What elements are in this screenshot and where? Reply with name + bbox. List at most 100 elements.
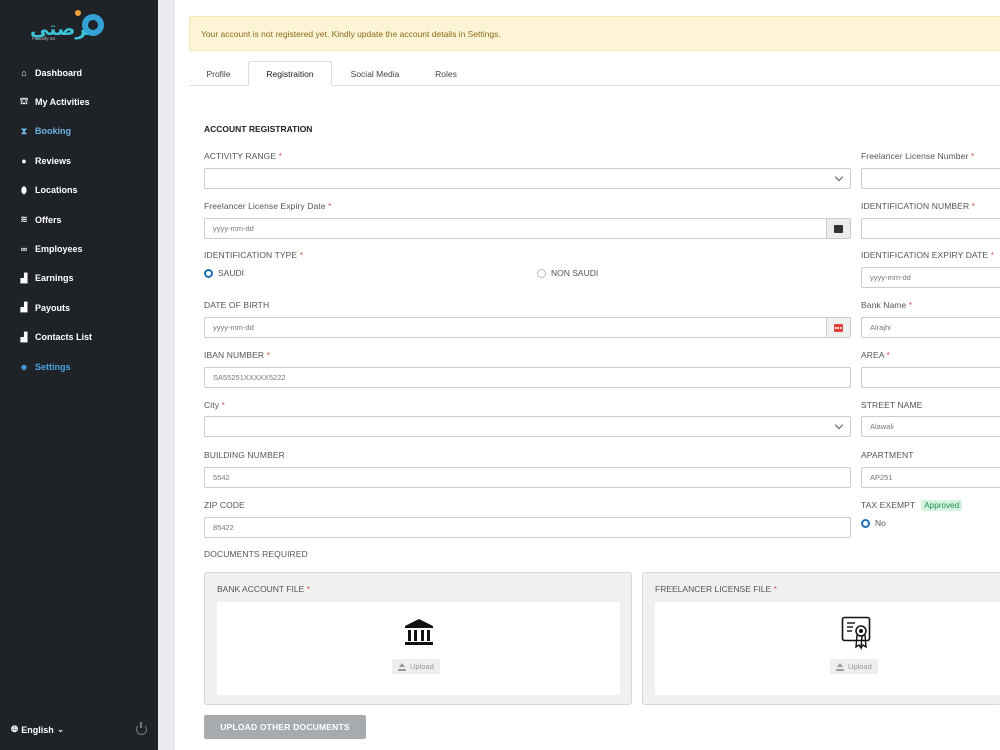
activity-range-label: ACTIVITY RANGE * [204, 151, 282, 161]
apartment-label: APARTMENT [861, 450, 914, 460]
logo-subtitle: Forsaty.sa [32, 36, 55, 42]
sidebar-item-label: Employees [35, 244, 83, 255]
radio-unselected [537, 268, 546, 278]
activity-range-select[interactable] [204, 168, 851, 189]
sidebar-item-settings[interactable]: ☻ Settings [0, 352, 158, 381]
tab-roles[interactable]: Roles [418, 61, 474, 86]
sidebar: فرصتي Forsaty.sa ⌂ Dashboard ⛫ My Activiti… [0, 0, 158, 750]
certificate-icon [841, 616, 871, 650]
bank-file-dropzone[interactable]: Upload [217, 602, 620, 695]
status-badge: Approved [921, 500, 963, 511]
tab-profile[interactable]: Profile [191, 61, 246, 86]
id-number-label: IDENTIFICATION NUMBER * [861, 201, 976, 211]
language-label: English [21, 724, 54, 735]
map-pin-icon: ⬮ [21, 184, 27, 195]
id-type-radio-non-saudi[interactable]: NON SAUDI [537, 268, 598, 278]
sidebar-item-label: My Activities [35, 97, 90, 108]
freelancer-license-file-box: FREELANCER LICENSE FILE * Upload [642, 572, 1000, 705]
calendar-icon [834, 323, 843, 332]
sidebar-item-employees[interactable]: ∞ Employees [0, 234, 158, 263]
sidebar-item-locations[interactable]: ⬮ Locations [0, 176, 158, 205]
sidebar-item-label: Contacts List [35, 332, 93, 343]
layers-icon: ≋ [20, 214, 28, 225]
sidebar-item-label: Reviews [35, 155, 72, 166]
app-logo[interactable]: فرصتي Forsaty.sa [12, 10, 104, 44]
bank-icon [405, 619, 433, 645]
license-file-upload-button[interactable]: Upload [830, 659, 878, 674]
globe-icon: 🌐︎ [11, 724, 19, 734]
apartment-input[interactable]: AP251 [861, 467, 1000, 488]
tax-exempt-label: TAX EXEMPT Approved [861, 500, 963, 511]
bank-name-input[interactable]: Alrajhi [861, 317, 1000, 338]
language-selector[interactable]: 🌐︎ English ⌄ [11, 724, 64, 735]
chart-icon: ▟ [20, 272, 28, 283]
section-title: ACCOUNT REGISTRATION [204, 124, 313, 134]
iban-label: IBAN NUMBER * [204, 350, 271, 360]
sidebar-nav: ⌂ Dashboard ⛫ My Activities ⧗ Booking ● Revi… [0, 58, 158, 381]
home-icon: ⌂ [21, 67, 27, 78]
radio-selected [204, 268, 213, 278]
id-expiry-date-field[interactable]: yyyy-mm-dd [861, 267, 1000, 288]
upload-icon [836, 662, 844, 671]
iban-input[interactable]: SA55251XXXXX5222 [204, 367, 851, 388]
calendar-button[interactable] [826, 219, 850, 238]
city-label: City * [204, 400, 225, 410]
sidebar-item-label: Payouts [35, 302, 71, 313]
sidebar-item-contacts-list[interactable]: ▟ Contacts List [0, 323, 158, 352]
license-file-dropzone[interactable]: Upload [655, 602, 1000, 695]
area-label: AREA * [861, 350, 890, 360]
calendar-button[interactable] [826, 318, 850, 337]
tab-registration[interactable]: Registraition [248, 61, 332, 86]
sidebar-item-reviews[interactable]: ● Reviews [0, 146, 158, 175]
chevron-down-icon: ⌄ [56, 724, 65, 734]
users-icon: ∞ [20, 244, 28, 255]
registration-alert: Your account is not registered yet. Kind… [189, 16, 1000, 51]
chart-icon: ▟ [20, 331, 28, 342]
id-expiry-label: IDENTIFICATION EXPIRY DATE * [861, 250, 995, 260]
logo-dot-icon [75, 10, 81, 16]
street-name-input[interactable]: Alawali [861, 416, 1000, 437]
sidebar-item-label: Settings [35, 361, 71, 372]
zip-code-input[interactable]: 85422 [204, 517, 851, 538]
booking-icon: ⧗ [20, 125, 28, 136]
chevron-down-icon [834, 172, 844, 182]
sidebar-item-label: Earnings [35, 273, 74, 284]
tax-exempt-radio-no[interactable]: No [861, 518, 886, 528]
logo-mark-icon [82, 14, 104, 36]
sidebar-item-offers[interactable]: ≋ Offers [0, 205, 158, 234]
settings-tabs: Profile Registraition Social Media Roles [189, 61, 1000, 86]
dob-label: DATE OF BIRTH [204, 300, 270, 310]
license-expiry-date-field[interactable]: yyyy-mm-dd [204, 218, 851, 239]
upload-other-documents-button[interactable]: UPLOAD OTHER DOCUMENTS [204, 715, 366, 739]
license-number-input[interactable] [861, 168, 1000, 189]
upload-icon [398, 662, 406, 671]
city-select[interactable] [204, 416, 851, 437]
id-number-input[interactable] [861, 218, 1000, 239]
license-expiry-label: Freelancer License Expiry Date * [204, 201, 332, 211]
building-number-input[interactable]: 5542 [204, 467, 851, 488]
sidebar-item-label: Dashboard [35, 67, 83, 78]
sidebar-item-payouts[interactable]: ▟ Payouts [0, 293, 158, 322]
building-number-label: BUILDING NUMBER [204, 450, 285, 460]
area-input[interactable] [861, 367, 1000, 388]
id-type-label: IDENTIFICATION TYPE * [204, 250, 304, 260]
chart-icon: ▟ [20, 302, 28, 313]
sidebar-item-label: Locations [35, 185, 78, 196]
activities-icon: ⛫ [19, 96, 29, 107]
sidebar-item-dashboard[interactable]: ⌂ Dashboard [0, 58, 158, 87]
id-type-radio-saudi[interactable]: SAUDI [204, 268, 244, 278]
tab-social-media[interactable]: Social Media [334, 61, 416, 86]
bank-name-label: Bank Name * [861, 300, 913, 310]
street-name-label: STREET NAME [861, 400, 923, 410]
dob-date-field[interactable]: yyyy-mm-dd [204, 317, 851, 338]
sidebar-item-booking[interactable]: ⧗ Booking [0, 117, 158, 146]
main-panel: Your account is not registered yet. Kind… [174, 0, 1000, 750]
sidebar-item-earnings[interactable]: ▟ Earnings [0, 264, 158, 293]
documents-title: DOCUMENTS REQUIRED [204, 549, 308, 559]
sidebar-item-my-activities[interactable]: ⛫ My Activities [0, 87, 158, 116]
user-gear-icon: ☻ [19, 361, 29, 372]
license-number-label: Freelancer License Number * [861, 151, 975, 161]
radio-selected [861, 518, 870, 528]
bank-file-upload-button[interactable]: Upload [392, 659, 440, 674]
power-icon[interactable] [136, 722, 147, 735]
